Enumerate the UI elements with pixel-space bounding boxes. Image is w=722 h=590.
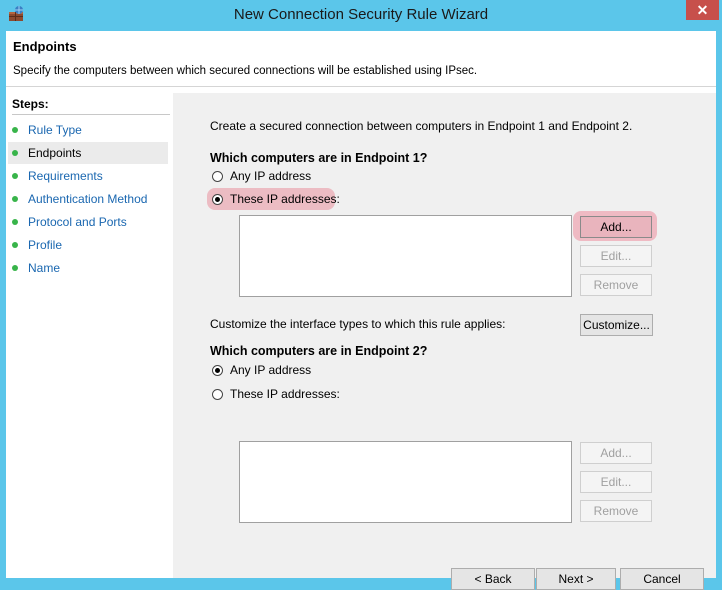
intro-text: Create a secured connection between comp… [210, 119, 633, 133]
steps-divider [12, 114, 170, 115]
endpoint1-any-radio[interactable] [212, 171, 223, 182]
next-button[interactable]: Next > [536, 568, 616, 590]
endpoint2-add-button[interactable]: Add... [580, 442, 652, 464]
steps-title: Steps: [12, 97, 49, 111]
endpoint2-these-radio[interactable] [212, 389, 223, 400]
step-status-icon [12, 127, 18, 133]
endpoint2-any-label[interactable]: Any IP address [230, 363, 311, 377]
step-label: Rule Type [28, 123, 82, 137]
endpoint2-ip-list[interactable] [239, 441, 572, 523]
step-profile[interactable]: Profile [8, 234, 168, 256]
step-rule-type[interactable]: Rule Type [8, 119, 168, 141]
endpoint1-these-radio[interactable] [212, 194, 223, 205]
endpoint2-heading: Which computers are in Endpoint 2? [210, 344, 428, 358]
window-title: New Connection Security Rule Wizard [233, 6, 489, 23]
step-name[interactable]: Name [8, 257, 168, 279]
title-bar[interactable]: New Connection Security Rule Wizard ✕ [0, 0, 722, 30]
step-requirements[interactable]: Requirements [8, 165, 168, 187]
endpoint1-add-button[interactable]: Add... [580, 216, 652, 238]
endpoint2-edit-button[interactable]: Edit... [580, 471, 652, 493]
endpoint2-these-label[interactable]: These IP addresses: [230, 387, 340, 401]
wizard-client: Endpoints Specify the computers between … [6, 31, 716, 590]
endpoint2-remove-button[interactable]: Remove [580, 500, 652, 522]
step-protocol-and-ports[interactable]: Protocol and Ports [8, 211, 168, 233]
cancel-button[interactable]: Cancel [620, 568, 704, 590]
main-panel: Create a secured connection between comp… [173, 93, 716, 590]
step-status-icon [12, 196, 18, 202]
endpoint1-remove-button[interactable]: Remove [580, 274, 652, 296]
endpoint1-these-label[interactable]: These IP addresses: [230, 192, 340, 206]
step-status-icon [12, 150, 18, 156]
step-status-icon [12, 219, 18, 225]
step-label: Protocol and Ports [28, 215, 127, 229]
step-status-icon [12, 265, 18, 271]
endpoint2-any-radio[interactable] [212, 365, 223, 376]
step-status-icon [12, 242, 18, 248]
step-status-icon [12, 173, 18, 179]
step-authentication-method[interactable]: Authentication Method [8, 188, 168, 210]
step-label: Profile [28, 238, 63, 252]
step-label: Requirements [28, 169, 103, 183]
endpoint1-heading: Which computers are in Endpoint 1? [210, 151, 428, 165]
endpoint1-edit-button[interactable]: Edit... [580, 245, 652, 267]
page-description: Specify the computers between which secu… [13, 65, 478, 77]
step-label: Name [28, 261, 61, 275]
customize-button[interactable]: Customize... [580, 314, 653, 336]
back-button[interactable]: < Back [451, 568, 535, 590]
step-endpoints[interactable]: Endpoints [8, 142, 168, 164]
step-label: Authentication Method [28, 192, 148, 206]
customize-text: Customize the interface types to which t… [210, 317, 506, 331]
wizard-window: New Connection Security Rule Wizard ✕ En… [0, 0, 722, 590]
page-header: Endpoints Specify the computers between … [6, 31, 716, 87]
step-label: Endpoints [28, 146, 82, 160]
endpoint1-any-label[interactable]: Any IP address [230, 169, 311, 183]
close-icon[interactable]: ✕ [686, 0, 719, 20]
endpoint1-ip-list[interactable] [239, 215, 572, 297]
page-title: Endpoints [13, 39, 77, 54]
steps-panel: Steps: Rule Type Endpoints Requirements … [6, 93, 172, 578]
